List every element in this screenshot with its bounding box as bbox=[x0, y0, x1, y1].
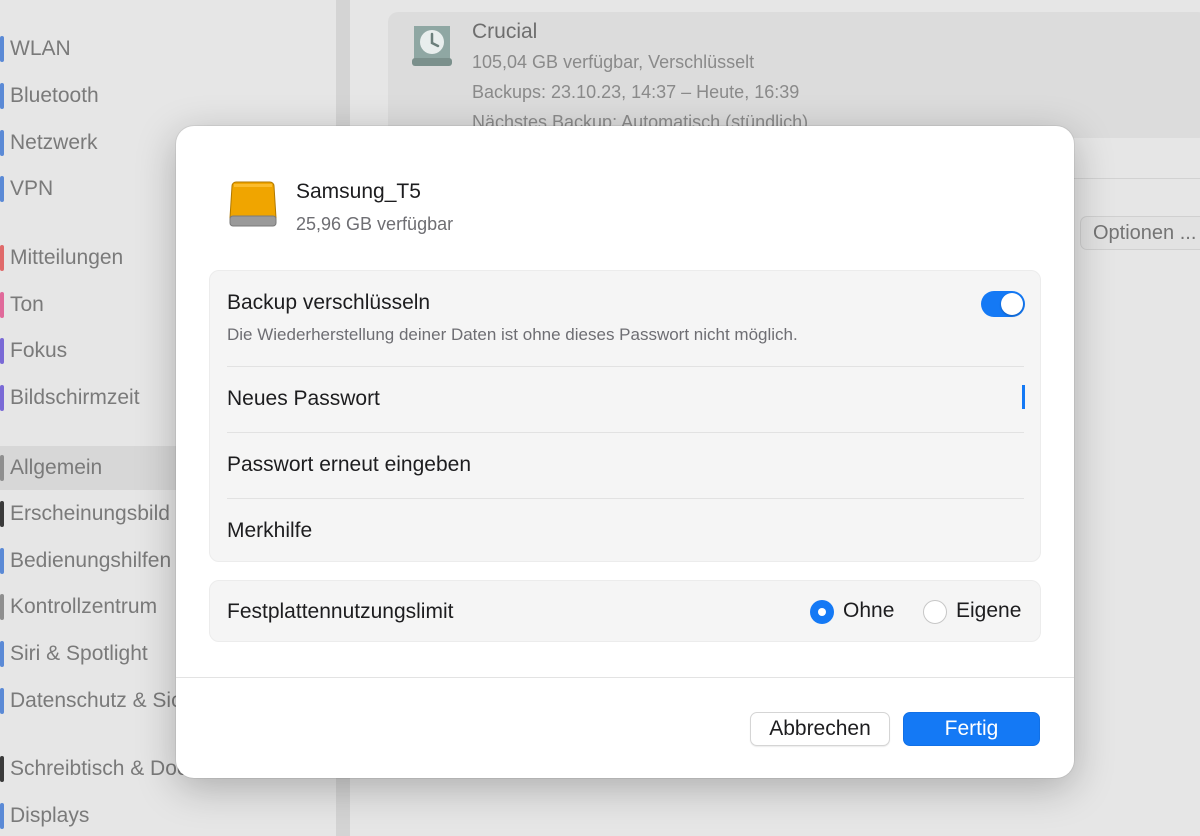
disk-limit-label: Festplattennutzungslimit bbox=[227, 600, 454, 623]
disk-limit-none-label[interactable]: Ohne bbox=[843, 599, 894, 623]
sidebar-item-label: Netzwerk bbox=[10, 131, 98, 154]
sidebar-item-label: Schreibtisch & Dock bbox=[10, 757, 198, 780]
encryption-settings-group: Backup verschlüsseln Die Wiederherstellu… bbox=[209, 270, 1041, 562]
encrypt-backup-label: Backup verschlüsseln bbox=[227, 291, 431, 314]
disk-limit-custom-radio[interactable] bbox=[923, 600, 947, 624]
sidebar-item-label: Siri & Spotlight bbox=[10, 642, 148, 665]
sidebar-item-label: Ton bbox=[10, 293, 44, 316]
display-icon bbox=[0, 803, 4, 829]
row-divider bbox=[227, 366, 1024, 367]
password-hint-label: Merkhilfe bbox=[227, 519, 313, 542]
sound-icon bbox=[0, 292, 4, 318]
backup-disk-available: 105,04 GB verfügbar, Verschlüsselt bbox=[472, 52, 755, 72]
dock-icon bbox=[0, 756, 4, 782]
sidebar-item-label: Fokus bbox=[10, 339, 68, 362]
disk-limit-custom-label[interactable]: Eigene bbox=[956, 599, 1021, 623]
text-cursor bbox=[1022, 385, 1025, 409]
sidebar-item-label: WLAN bbox=[10, 37, 71, 60]
encryption-dialog: Samsung_T5 25,96 GB verfügbar Backup ver… bbox=[176, 126, 1074, 778]
external-drive-icon bbox=[229, 181, 277, 227]
sidebar-item-wlan[interactable]: WLAN bbox=[0, 29, 336, 69]
disk-limit-group: Festplattennutzungslimit Ohne Eigene bbox=[209, 580, 1041, 642]
screen-time-icon bbox=[0, 385, 4, 411]
encrypt-backup-description: Die Wiederherstellung deiner Daten ist o… bbox=[227, 325, 798, 344]
new-password-label: Neues Passwort bbox=[227, 387, 380, 410]
sidebar-item-label: VPN bbox=[10, 177, 54, 200]
accessibility-icon bbox=[0, 548, 4, 574]
row-divider bbox=[227, 498, 1024, 499]
notifications-icon bbox=[0, 245, 4, 271]
backup-disk-name: Crucial bbox=[472, 20, 538, 43]
new-password-field[interactable] bbox=[510, 383, 1010, 413]
sidebar-item-label: Bedienungshilfen bbox=[10, 549, 172, 572]
control-center-icon bbox=[0, 594, 4, 620]
network-icon bbox=[0, 130, 4, 156]
drive-name: Samsung_T5 bbox=[296, 180, 421, 203]
cancel-button[interactable]: Abbrechen bbox=[750, 712, 890, 746]
sidebar-item-label: Bildschirmzeit bbox=[10, 386, 140, 409]
sidebar-item-displays[interactable]: Displays bbox=[0, 796, 336, 836]
backup-disk-history: Backups: 23.10.23, 14:37 – Heute, 16:39 bbox=[472, 82, 800, 102]
siri-icon bbox=[0, 641, 4, 667]
encrypt-backup-toggle[interactable] bbox=[981, 291, 1025, 317]
sidebar-item-bluetooth[interactable]: Bluetooth bbox=[0, 76, 336, 116]
appearance-icon bbox=[0, 501, 4, 527]
disk-limit-none-radio[interactable] bbox=[810, 600, 834, 624]
time-machine-icon bbox=[412, 26, 452, 66]
privacy-hand-icon bbox=[0, 688, 4, 714]
sidebar-item-label: Erscheinungsbild bbox=[10, 502, 170, 525]
confirm-password-label: Passwort erneut eingeben bbox=[227, 453, 471, 476]
row-divider bbox=[227, 432, 1024, 433]
focus-moon-icon bbox=[0, 338, 4, 364]
gear-icon bbox=[0, 455, 4, 481]
sidebar-item-label: Kontrollzentrum bbox=[10, 595, 158, 618]
wifi-icon bbox=[0, 36, 4, 62]
sidebar-item-label: Displays bbox=[10, 804, 90, 827]
vpn-icon bbox=[0, 176, 4, 202]
confirm-password-field[interactable] bbox=[510, 449, 1010, 479]
bluetooth-icon bbox=[0, 83, 4, 109]
sidebar-item-label: Bluetooth bbox=[10, 84, 99, 107]
footer-divider bbox=[176, 677, 1074, 678]
sidebar-item-label: Mitteilungen bbox=[10, 246, 124, 269]
drive-available-space: 25,96 GB verfügbar bbox=[296, 214, 454, 234]
toggle-knob bbox=[1001, 293, 1023, 315]
password-hint-field[interactable] bbox=[510, 515, 1010, 545]
done-button[interactable]: Fertig bbox=[903, 712, 1040, 746]
sidebar-item-label: Allgemein bbox=[10, 456, 103, 479]
options-button[interactable]: Optionen ... bbox=[1080, 216, 1200, 250]
